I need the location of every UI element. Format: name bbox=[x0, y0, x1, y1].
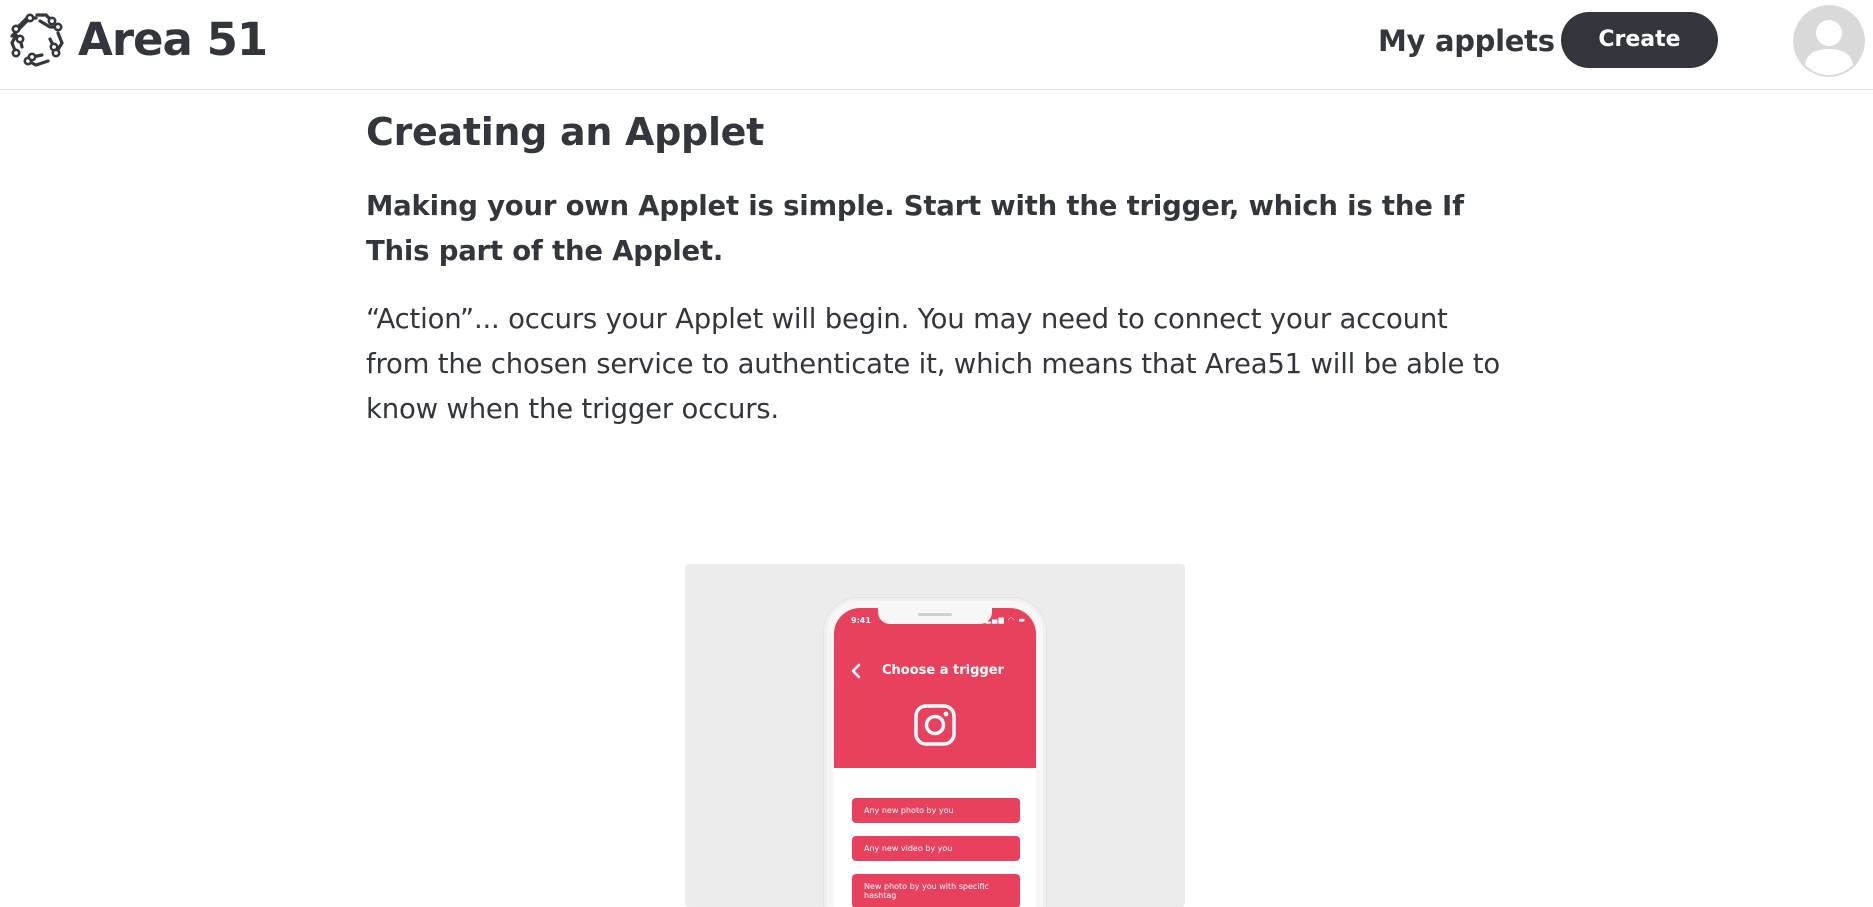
back-chevron-icon bbox=[851, 663, 861, 679]
top-navigation-bar: Area 51 My applets Create bbox=[0, 0, 1873, 90]
status-icons: ▂▄▆ ◠ ▬ bbox=[985, 616, 1026, 624]
speaker-grill bbox=[918, 613, 952, 616]
status-time: 9:41 bbox=[851, 616, 871, 625]
user-avatar[interactable] bbox=[1793, 5, 1865, 77]
user-avatar-icon bbox=[1793, 5, 1865, 77]
phone-notch bbox=[878, 608, 992, 624]
screen-header: 9:41 ▂▄▆ ◠ ▬ Choose a trigger bbox=[834, 608, 1036, 768]
area51-logo-icon bbox=[10, 13, 64, 67]
create-button[interactable]: Create bbox=[1561, 12, 1718, 68]
my-applets-link[interactable]: My applets bbox=[1378, 20, 1555, 62]
lead-paragraph: Making your own Applet is simple. Start … bbox=[366, 190, 1464, 267]
phone-mockup: 9:41 ▂▄▆ ◠ ▬ Choose a trigger Any new ph… bbox=[824, 598, 1046, 907]
screen-title: Choose a trigger bbox=[882, 663, 1004, 678]
article-content: Creating an Applet Making your own Apple… bbox=[366, 104, 1506, 432]
phone-screen: 9:41 ▂▄▆ ◠ ▬ Choose a trigger Any new ph… bbox=[834, 608, 1036, 907]
body-paragraph: “Action”... occurs your Applet will begi… bbox=[366, 303, 1500, 425]
instagram-icon bbox=[914, 704, 956, 746]
phone-illustration: 9:41 ▂▄▆ ◠ ▬ Choose a trigger Any new ph… bbox=[685, 564, 1185, 907]
trigger-option: New photo by you with specific hashtag bbox=[852, 874, 1020, 907]
trigger-option: Any new video by you bbox=[852, 836, 1020, 861]
brand-logo-link[interactable]: Area 51 bbox=[6, 9, 268, 71]
trigger-option: Any new photo by you bbox=[852, 798, 1020, 823]
brand-name: Area 51 bbox=[78, 13, 268, 66]
page-title: Creating an Applet bbox=[366, 110, 765, 154]
